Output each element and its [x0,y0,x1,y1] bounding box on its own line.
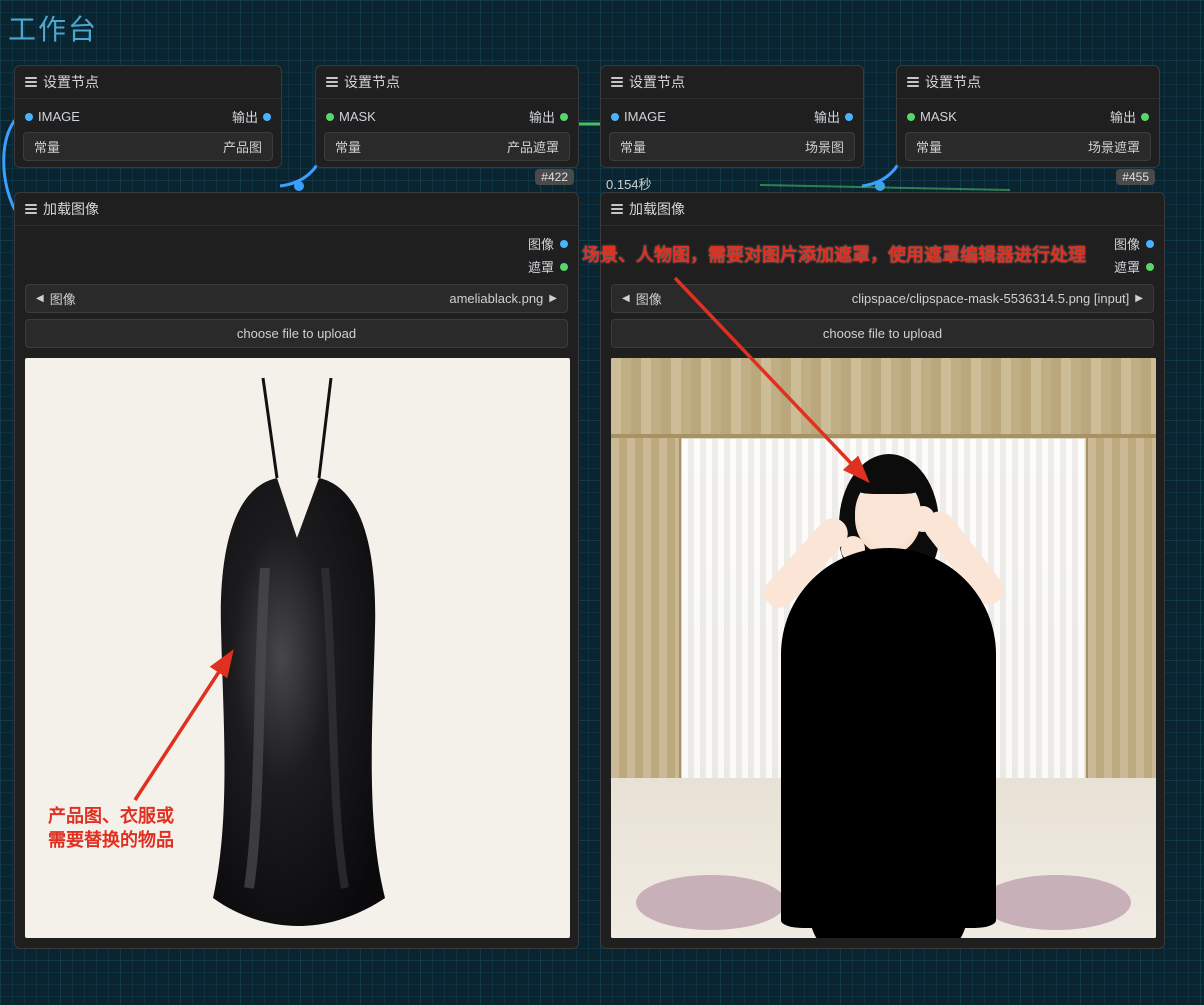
node-load-image-right[interactable]: 加载图像 图像 遮罩 ◀ 图像 clipspace/clipspace-mask-… [600,192,1165,949]
node-set-scene-image[interactable]: 设置节点 IMAGE 输出 常量 场景图 [600,65,864,168]
port-dot-output-icon[interactable] [263,113,271,121]
image-preview-product[interactable] [25,358,570,938]
widget-dropdown[interactable]: 常量 产品遮罩 [324,132,570,161]
port-dot-output-icon[interactable] [1141,113,1149,121]
port-row: IMAGE 输出 [23,105,273,130]
file-label: 图像 [636,289,662,308]
port-dot-mask-icon[interactable] [326,113,334,121]
widget-value: 场景遮罩 [1088,137,1140,156]
hamburger-icon [907,77,919,87]
hamburger-icon [611,204,623,214]
chevron-left-icon[interactable]: ◀ [36,293,44,304]
node-header[interactable]: 加载图像 [15,193,578,226]
hamburger-icon [611,77,623,87]
port-dot-image-icon[interactable] [560,240,568,248]
node-title: 设置节点 [43,72,99,92]
port-out-label: 输出 [529,107,555,126]
chevron-right-icon[interactable]: ▶ [549,293,557,304]
widget-label: 常量 [916,137,942,156]
workspace-title: 工作台 [8,8,98,48]
file-value: clipspace/clipspace-mask-5536314.5.png [… [852,291,1130,306]
node-set-product-mask[interactable]: 设置节点 MASK 输出 常量 产品遮罩 #422 [315,65,579,168]
node-header[interactable]: 设置节点 [897,66,1159,99]
node-header[interactable]: 加载图像 [601,193,1164,226]
room-background [611,358,1156,938]
out-port-mask: 遮罩 [611,255,1154,278]
node-set-product-image[interactable]: 设置节点 IMAGE 输出 常量 产品图 [14,65,282,168]
port-dot-image-icon[interactable] [611,113,619,121]
node-title: 设置节点 [629,72,685,92]
out-port-image: 图像 [25,232,568,255]
widget-value: 产品遮罩 [507,137,559,156]
node-title: 加载图像 [43,199,99,219]
port-in-label: MASK [339,109,376,124]
port-row: MASK 输出 [324,105,570,130]
port-dot-output-icon[interactable] [845,113,853,121]
file-label: 图像 [50,289,76,308]
product-dress-image [25,358,570,938]
port-row: MASK 输出 [905,105,1151,130]
out-port-mask: 遮罩 [25,255,568,278]
port-dot-mask-icon[interactable] [1146,263,1154,271]
widget-dropdown[interactable]: 常量 场景图 [609,132,855,161]
node-title: 设置节点 [344,72,400,92]
port-in-label: MASK [920,109,957,124]
port-dot-mask-icon[interactable] [560,263,568,271]
hamburger-icon [25,77,37,87]
widget-value: 产品图 [223,137,262,156]
file-select[interactable]: ◀ 图像 clipspace/clipspace-mask-5536314.5.p… [611,284,1154,313]
widget-label: 常量 [34,137,60,156]
upload-button[interactable]: choose file to upload [611,319,1154,348]
out-image-label: 图像 [1114,234,1140,253]
image-preview-scene[interactable] [611,358,1156,938]
port-dot-image-icon[interactable] [25,113,33,121]
node-load-image-left[interactable]: 加载图像 图像 遮罩 ◀ 图像 ameliablack.png ▶ choose f… [14,192,579,949]
node-badge: #422 [535,169,574,185]
out-image-label: 图像 [528,234,554,253]
file-value: ameliablack.png [449,291,543,306]
out-mask-label: 遮罩 [528,257,554,276]
hamburger-icon [25,204,37,214]
port-out-label: 输出 [232,107,258,126]
widget-label: 常量 [335,137,361,156]
node-header[interactable]: 设置节点 [15,66,281,99]
file-select[interactable]: ◀ 图像 ameliablack.png ▶ [25,284,568,313]
chevron-right-icon[interactable]: ▶ [1135,293,1143,304]
hamburger-icon [326,77,338,87]
port-out-label: 输出 [814,107,840,126]
port-out-label: 输出 [1110,107,1136,126]
upload-button[interactable]: choose file to upload [25,319,568,348]
port-in-label: IMAGE [624,109,666,124]
port-in-label: IMAGE [38,109,80,124]
node-header[interactable]: 设置节点 [601,66,863,99]
out-mask-label: 遮罩 [1114,257,1140,276]
widget-label: 常量 [620,137,646,156]
widget-dropdown[interactable]: 常量 产品图 [23,132,273,161]
port-row: IMAGE 输出 [609,105,855,130]
out-port-image: 图像 [611,232,1154,255]
port-dot-image-icon[interactable] [1146,240,1154,248]
node-timing: 0.154秒 [606,174,652,193]
node-badge: #455 [1116,169,1155,185]
widget-value: 场景图 [805,137,844,156]
port-dot-mask-icon[interactable] [907,113,915,121]
chevron-left-icon[interactable]: ◀ [622,293,630,304]
node-title: 设置节点 [925,72,981,92]
node-header[interactable]: 设置节点 [316,66,578,99]
node-set-scene-mask[interactable]: 设置节点 MASK 输出 常量 场景遮罩 #455 [896,65,1160,168]
widget-dropdown[interactable]: 常量 场景遮罩 [905,132,1151,161]
mask-silhouette [781,548,996,928]
port-dot-output-icon[interactable] [560,113,568,121]
node-title: 加载图像 [629,199,685,219]
